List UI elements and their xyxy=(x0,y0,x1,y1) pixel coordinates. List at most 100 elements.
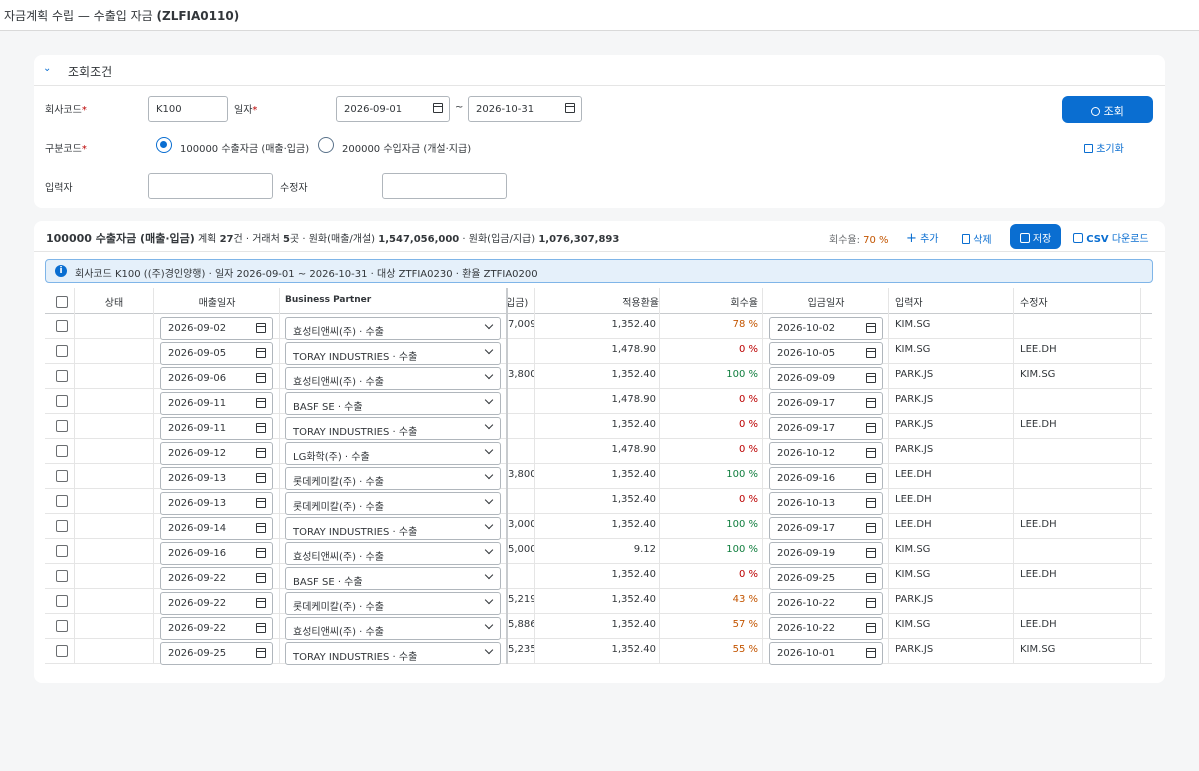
receipt-date-input[interactable]: 2026-10-05 xyxy=(769,342,883,365)
chevron-down-icon[interactable]: ⌄ xyxy=(43,63,51,74)
row-checkbox[interactable] xyxy=(56,645,68,657)
row-checkbox[interactable] xyxy=(56,470,68,482)
sale-date-input[interactable]: 2026-09-11 xyxy=(160,417,273,440)
calendar-icon[interactable] xyxy=(256,323,266,333)
chevron-down-icon[interactable] xyxy=(484,595,494,605)
table-row[interactable]: 2026-09-22 BASF SE · 수출 1,352.40 0 % 202… xyxy=(45,564,1152,590)
calendar-icon[interactable] xyxy=(866,473,876,483)
sale-date-input[interactable]: 2026-09-12 xyxy=(160,442,273,465)
select-all-checkbox[interactable] xyxy=(56,296,68,308)
table-row[interactable]: 2026-09-14 TORAY INDUSTRIES · 수출 3,000 1… xyxy=(45,514,1152,540)
calendar-icon[interactable] xyxy=(866,548,876,558)
chevron-down-icon[interactable] xyxy=(484,470,494,480)
radio-import[interactable] xyxy=(318,137,334,153)
sale-date-input[interactable]: 2026-09-16 xyxy=(160,542,273,565)
save-button[interactable]: 저장 xyxy=(1010,224,1061,249)
business-partner-select[interactable]: TORAY INDUSTRIES · 수출 xyxy=(285,517,501,540)
business-partner-select[interactable]: 효성티앤씨(주) · 수출 xyxy=(285,617,501,640)
receipt-date-input[interactable]: 2026-09-17 xyxy=(769,417,883,440)
business-partner-select[interactable]: 효성티앤씨(주) · 수출 xyxy=(285,367,501,390)
calendar-icon[interactable] xyxy=(256,448,266,458)
calendar-icon[interactable] xyxy=(866,498,876,508)
calendar-icon[interactable] xyxy=(866,448,876,458)
receipt-date-input[interactable]: 2026-09-19 xyxy=(769,542,883,565)
calendar-icon[interactable] xyxy=(866,323,876,333)
calendar-icon[interactable] xyxy=(866,423,876,433)
row-checkbox[interactable] xyxy=(56,370,68,382)
calendar-icon[interactable] xyxy=(866,398,876,408)
table-row[interactable]: 2026-09-22 롯데케미칼(주) · 수출 5,219 1,352.40 … xyxy=(45,589,1152,615)
sale-date-input[interactable]: 2026-09-13 xyxy=(160,467,273,490)
date-from-input[interactable]: 2026-09-01 xyxy=(336,96,450,122)
calendar-icon[interactable] xyxy=(433,103,443,113)
sale-date-input[interactable]: 2026-09-22 xyxy=(160,567,273,590)
chevron-down-icon[interactable] xyxy=(484,395,494,405)
table-row[interactable]: 2026-09-05 TORAY INDUSTRIES · 수출 1,478.9… xyxy=(45,339,1152,365)
table-row[interactable]: 2026-09-16 효성티앤씨(주) · 수출 5,000 9.12 100 … xyxy=(45,539,1152,565)
row-checkbox[interactable] xyxy=(56,320,68,332)
business-partner-select[interactable]: 롯데케미칼(주) · 수출 xyxy=(285,492,501,515)
calendar-icon[interactable] xyxy=(256,423,266,433)
entered-by-input[interactable] xyxy=(148,173,273,199)
row-checkbox[interactable] xyxy=(56,620,68,632)
business-partner-select[interactable]: TORAY INDUSTRIES · 수출 xyxy=(285,642,501,665)
table-row[interactable]: 2026-09-11 BASF SE · 수출 1,478.90 0 % 202… xyxy=(45,389,1152,415)
row-checkbox[interactable] xyxy=(56,495,68,507)
filter-header[interactable]: ⌄ 조회조건 xyxy=(34,55,1165,86)
chevron-down-icon[interactable] xyxy=(484,645,494,655)
chevron-down-icon[interactable] xyxy=(484,345,494,355)
search-button[interactable]: 조회 xyxy=(1062,96,1153,123)
receipt-date-input[interactable]: 2026-09-17 xyxy=(769,517,883,540)
chevron-down-icon[interactable] xyxy=(484,570,494,580)
chevron-down-icon[interactable] xyxy=(484,545,494,555)
date-to-input[interactable]: 2026-10-31 xyxy=(468,96,582,122)
chevron-down-icon[interactable] xyxy=(484,520,494,530)
chevron-down-icon[interactable] xyxy=(484,620,494,630)
sale-date-input[interactable]: 2026-09-25 xyxy=(160,642,273,665)
row-checkbox[interactable] xyxy=(56,520,68,532)
receipt-date-input[interactable]: 2026-10-01 xyxy=(769,642,883,665)
row-checkbox[interactable] xyxy=(56,345,68,357)
table-row[interactable]: 2026-09-06 효성티앤씨(주) · 수출 3,800 1,352.40 … xyxy=(45,364,1152,390)
csv-download-button[interactable]: CSV 다운로드 xyxy=(1073,230,1149,245)
calendar-icon[interactable] xyxy=(256,373,266,383)
business-partner-select[interactable]: TORAY INDUSTRIES · 수출 xyxy=(285,342,501,365)
radio-export[interactable] xyxy=(156,137,172,153)
sale-date-input[interactable]: 2026-09-06 xyxy=(160,367,273,390)
row-checkbox[interactable] xyxy=(56,545,68,557)
table-row[interactable]: 2026-09-13 롯데케미칼(주) · 수출 1,352.40 0 % 20… xyxy=(45,489,1152,515)
radio-import-label[interactable]: 200000 수입자금 (개설·지급) xyxy=(342,140,471,155)
row-checkbox[interactable] xyxy=(56,395,68,407)
business-partner-select[interactable]: 롯데케미칼(주) · 수출 xyxy=(285,592,501,615)
business-partner-select[interactable]: 효성티앤씨(주) · 수출 xyxy=(285,317,501,340)
row-checkbox[interactable] xyxy=(56,595,68,607)
sale-date-input[interactable]: 2026-09-22 xyxy=(160,617,273,640)
chevron-down-icon[interactable] xyxy=(484,320,494,330)
calendar-icon[interactable] xyxy=(256,398,266,408)
sale-date-input[interactable]: 2026-09-22 xyxy=(160,592,273,615)
table-row[interactable]: 2026-09-11 TORAY INDUSTRIES · 수출 1,352.4… xyxy=(45,414,1152,440)
sale-date-input[interactable]: 2026-09-02 xyxy=(160,317,273,340)
chevron-down-icon[interactable] xyxy=(484,370,494,380)
receipt-date-input[interactable]: 2026-10-12 xyxy=(769,442,883,465)
calendar-icon[interactable] xyxy=(256,348,266,358)
table-row[interactable]: 2026-09-13 롯데케미칼(주) · 수출 3,800 1,352.40 … xyxy=(45,464,1152,490)
calendar-icon[interactable] xyxy=(256,573,266,583)
receipt-date-input[interactable]: 2026-09-09 xyxy=(769,367,883,390)
radio-export-label[interactable]: 100000 수출자금 (매출·입금) xyxy=(180,140,309,155)
delete-button[interactable]: 삭제 xyxy=(962,231,992,246)
business-partner-select[interactable]: 효성티앤씨(주) · 수출 xyxy=(285,542,501,565)
chevron-down-icon[interactable] xyxy=(484,495,494,505)
calendar-icon[interactable] xyxy=(565,103,575,113)
calendar-icon[interactable] xyxy=(256,623,266,633)
sale-date-input[interactable]: 2026-09-14 xyxy=(160,517,273,540)
sale-date-input[interactable]: 2026-09-13 xyxy=(160,492,273,515)
business-partner-select[interactable]: 롯데케미칼(주) · 수출 xyxy=(285,467,501,490)
business-partner-select[interactable]: BASF SE · 수출 xyxy=(285,567,501,590)
calendar-icon[interactable] xyxy=(256,598,266,608)
chevron-down-icon[interactable] xyxy=(484,445,494,455)
calendar-icon[interactable] xyxy=(866,598,876,608)
calendar-icon[interactable] xyxy=(866,373,876,383)
company-code-input[interactable]: K100 xyxy=(148,96,228,122)
sale-date-input[interactable]: 2026-09-11 xyxy=(160,392,273,415)
